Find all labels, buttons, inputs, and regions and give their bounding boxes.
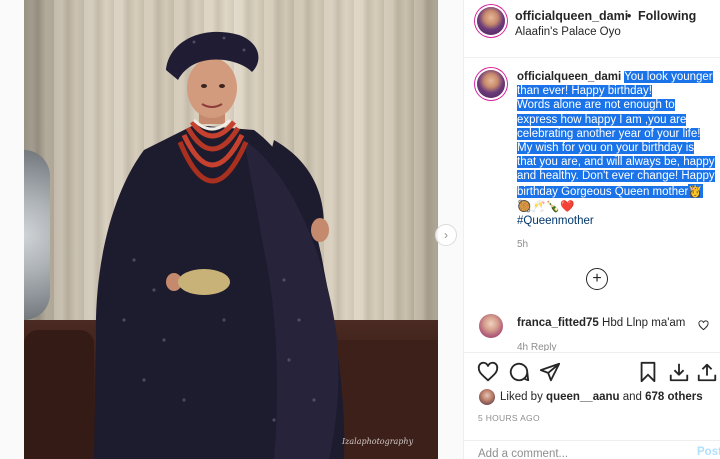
comment-item: franca_fitted75 Hbd Llnp ma'am 4h Reply <box>464 312 720 351</box>
likes-prefix: Liked by <box>500 391 543 403</box>
download-icon <box>669 363 689 382</box>
caption-text-line2: Words alone are not enough to express ho… <box>517 99 701 140</box>
post-details-panel: officialqueen_dami • Following Alaafin's… <box>463 0 720 459</box>
likes-summary: Liked by queen__aanu and 678 others <box>464 387 720 409</box>
caption-emoji-row: 🥘🥂🍾❤️ <box>517 198 575 213</box>
caption-text-line3: My wish for you on your birthday is that… <box>517 142 715 198</box>
heart-outline-icon <box>477 361 499 382</box>
likes-middle: and <box>622 391 642 403</box>
post-caption: officialqueen_dami You look younger than… <box>517 70 715 228</box>
share-plane-icon <box>539 362 561 382</box>
heart-outline-icon[interactable] <box>698 320 709 334</box>
add-comment-bar: Post <box>464 440 720 459</box>
comment-body: Hbd Llnp ma'am <box>602 317 686 329</box>
caption-author-avatar[interactable] <box>477 70 505 98</box>
caption-emoji-queen: 👸 <box>688 183 703 198</box>
comment-bubble-icon <box>509 362 530 382</box>
header-separator: • <box>627 9 632 23</box>
photo-watermark: Izalaphotography <box>342 437 414 446</box>
following-button[interactable]: Following <box>638 9 696 23</box>
load-more-comments-button[interactable]: + <box>586 268 608 290</box>
next-media-button[interactable]: › <box>435 224 457 246</box>
post-timestamp[interactable]: 5 HOURS AGO <box>478 413 540 423</box>
liker-username[interactable]: queen__aanu <box>546 391 620 403</box>
share-button[interactable] <box>538 360 562 384</box>
upload-button[interactable] <box>695 360 719 384</box>
post-location[interactable]: Alaafin's Palace Oyo <box>515 26 621 38</box>
comment-meta[interactable]: 4h Reply <box>517 342 556 351</box>
author-avatar[interactable] <box>477 7 505 35</box>
bookmark-icon <box>640 361 656 383</box>
save-button[interactable] <box>636 360 660 384</box>
author-username[interactable]: officialqueen_dami <box>515 9 628 23</box>
post-actions: Liked by queen__aanu and 678 others 5 HO… <box>464 352 720 459</box>
comments-section[interactable]: officialqueen_dami You look younger than… <box>464 58 720 351</box>
comment-text: franca_fitted75 Hbd Llnp ma'am <box>517 317 685 329</box>
standing-fan <box>24 150 50 320</box>
caption-age: 5h <box>517 239 529 250</box>
caption-username[interactable]: officialqueen_dami <box>517 71 621 83</box>
woman-in-traditional-attire <box>94 31 345 459</box>
download-button[interactable] <box>667 360 691 384</box>
commenter-avatar[interactable] <box>479 314 503 338</box>
plus-circle-icon: + <box>592 270 602 287</box>
chevron-right-icon: › <box>444 228 448 242</box>
like-button[interactable] <box>476 360 500 384</box>
likes-text: Liked by queen__aanu and 678 others <box>500 391 703 403</box>
liker-avatar[interactable] <box>479 389 495 405</box>
post-media: Izalaphotography › <box>0 0 463 459</box>
post-header: officialqueen_dami • Following Alaafin's… <box>464 0 720 58</box>
commenter-username[interactable]: franca_fitted75 <box>517 317 599 329</box>
add-comment-input[interactable] <box>478 446 668 459</box>
likes-others-link[interactable]: 678 others <box>645 391 703 403</box>
comment-button[interactable] <box>507 360 531 384</box>
post-comment-button[interactable]: Post <box>697 446 720 458</box>
upload-icon <box>697 363 717 382</box>
caption-hashtag[interactable]: #Queenmother <box>517 215 594 227</box>
post-photo[interactable]: Izalaphotography <box>24 0 438 459</box>
